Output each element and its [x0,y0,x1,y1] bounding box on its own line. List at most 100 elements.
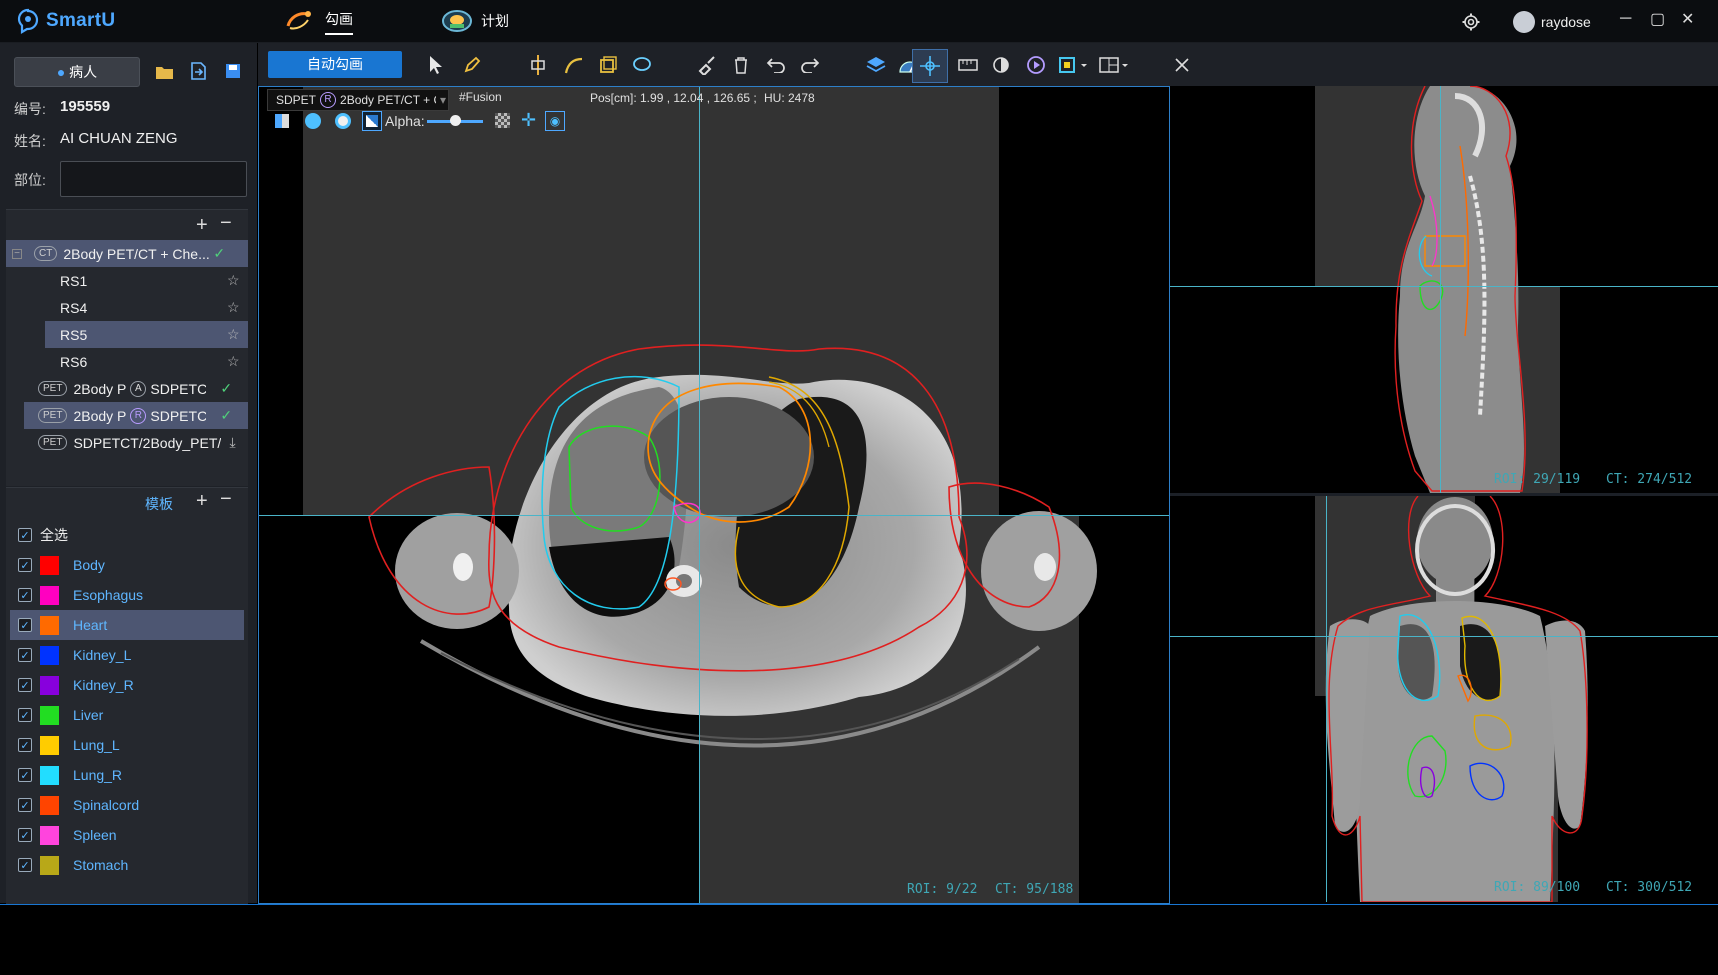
star-icon[interactable]: ☆ [227,272,240,289]
roi-checkbox[interactable]: ✓ [18,678,32,692]
tab-contour[interactable]: 勾画 [325,9,353,35]
tree-item[interactable]: RS5 ☆ [6,321,248,348]
layers-icon[interactable] [864,53,888,77]
roi-item[interactable]: ✓ Stomach [6,850,248,880]
roi-checkbox[interactable]: ✓ [18,708,32,722]
fit-view-icon[interactable] [1058,53,1090,77]
plan-tab-icon[interactable] [441,8,473,35]
site-input[interactable] [60,161,247,197]
lasso-tool-icon[interactable] [630,53,654,77]
coronal-ct-image[interactable] [1170,496,1718,902]
roi-color-swatch[interactable] [40,825,59,845]
auto-contour-button[interactable]: 自动勾画 [268,51,402,78]
roi-color-swatch[interactable] [40,675,59,695]
split-view-icon[interactable] [275,114,289,128]
download-icon[interactable]: ⤓ [229,434,235,451]
contour-tab-icon[interactable] [284,8,316,35]
roi-checkbox[interactable]: ✓ [18,588,32,602]
roi-item[interactable]: ✓ Heart [10,610,244,640]
series-selector[interactable]: SDPET R 2Body PET/CT + C ▾ [267,89,449,111]
roi-color-swatch[interactable] [40,555,59,575]
select-all-checkbox[interactable]: ✓ [18,528,32,542]
sagittal-crosshair-vertical[interactable] [1440,86,1441,493]
roi-item[interactable]: ✓ Lung_R [6,760,248,790]
roi-checkbox[interactable]: ✓ [18,618,32,632]
user-name[interactable]: raydose [1541,14,1591,30]
brush-icon[interactable] [694,53,718,77]
ruler-icon[interactable] [956,53,980,77]
close-window-icon[interactable]: ✕ [1681,9,1694,29]
move-crosshair-icon[interactable]: ✛ [521,111,536,129]
crosshair-icon[interactable] [912,49,948,83]
roi-checkbox[interactable]: ✓ [18,738,32,752]
add-series-icon[interactable]: + [196,214,208,237]
play-icon[interactable] [1024,53,1048,77]
tree-item[interactable]: RS1 ☆ [6,267,248,294]
sagittal-view[interactable]: ROI: 29/119 CT: 274/512 [1170,86,1718,493]
roi-color-swatch[interactable] [40,855,59,875]
redo-icon[interactable] [798,53,822,77]
roi-color-swatch[interactable] [40,585,59,605]
tree-item[interactable]: PET SDPETCT/2Body_PET/ ⤓ [6,429,248,456]
roi-color-swatch[interactable] [40,765,59,785]
add-roi-icon[interactable]: + [196,490,208,513]
template-label[interactable]: 模板 [145,494,173,514]
fusion-mode-b-icon[interactable] [335,113,351,129]
undo-icon[interactable] [764,53,788,77]
axial-ct-image[interactable] [259,87,1169,903]
coronal-view[interactable]: ROI: 89/100 CT: 300/512 [1170,496,1718,902]
tree-item[interactable]: − CT 2Body PET/CT + Che... ✓ [6,240,248,267]
square-tool-icon[interactable] [596,53,620,77]
roi-item[interactable]: ✓ Kidney_R [6,670,248,700]
settings-gear-icon[interactable] [1462,13,1480,34]
layout-icon[interactable] [1098,53,1132,77]
roi-color-swatch[interactable] [40,645,59,665]
star-icon[interactable]: ☆ [227,299,240,316]
eye-icon[interactable]: ◉ [545,111,565,131]
maximize-icon[interactable]: ▢ [1650,9,1665,29]
coronal-crosshair-vertical[interactable] [1326,496,1327,902]
tab-plan[interactable]: 计划 [481,11,509,31]
close-icon[interactable] [1170,53,1194,77]
roi-color-swatch[interactable] [40,735,59,755]
roi-color-swatch[interactable] [40,705,59,725]
roi-color-swatch[interactable] [40,795,59,815]
tree-item[interactable]: RS6 ☆ [6,348,248,375]
roi-item[interactable]: ✓ Lung_L [6,730,248,760]
axial-view[interactable]: SDPET R 2Body PET/CT + C ▾ #Fusion Pos[c… [258,86,1170,904]
roi-checkbox[interactable]: ✓ [18,798,32,812]
open-folder-icon[interactable] [154,61,176,83]
crosshair-vertical[interactable] [699,87,700,903]
roi-checkbox[interactable]: ✓ [18,648,32,662]
bridge-tool-icon[interactable] [526,53,550,77]
import-file-icon[interactable] [187,60,209,82]
minimize-icon[interactable]: ─ [1620,10,1631,28]
star-icon[interactable]: ☆ [227,353,240,370]
fusion-mode-a-icon[interactable] [305,113,321,129]
roi-checkbox[interactable]: ✓ [18,828,32,842]
tree-item[interactable]: PET 2Body P A SDPETCT ✓ [6,375,248,402]
roi-item[interactable]: ✓ Liver [6,700,248,730]
sagittal-ct-image[interactable] [1170,86,1718,493]
roi-item[interactable]: ✓ Spinalcord [6,790,248,820]
alpha-slider-thumb[interactable] [450,115,461,126]
roi-checkbox[interactable]: ✓ [18,558,32,572]
remove-series-icon[interactable]: − [220,212,232,235]
tree-item[interactable]: PET 2Body P R SDPETCT ✓ [6,402,248,429]
curve-tool-icon[interactable] [562,53,586,77]
roi-item[interactable]: ✓ Esophagus [6,580,248,610]
roi-color-swatch[interactable] [40,615,59,635]
contrast-icon[interactable] [989,53,1013,77]
checker-mode-icon[interactable] [362,111,382,131]
tree-item[interactable]: RS4 ☆ [6,294,248,321]
save-icon[interactable] [222,60,244,82]
roi-checkbox[interactable]: ✓ [18,768,32,782]
roi-checkbox[interactable]: ✓ [18,858,32,872]
roi-item[interactable]: ✓ Kidney_L [6,640,248,670]
patient-button[interactable]: ● 病人 [14,57,140,87]
pointer-icon[interactable] [424,53,448,77]
crosshair-horizontal[interactable] [259,515,1169,516]
coronal-crosshair-horizontal[interactable] [1170,636,1718,637]
collapse-icon[interactable]: − [12,248,22,259]
remove-roi-icon[interactable]: − [220,488,232,511]
